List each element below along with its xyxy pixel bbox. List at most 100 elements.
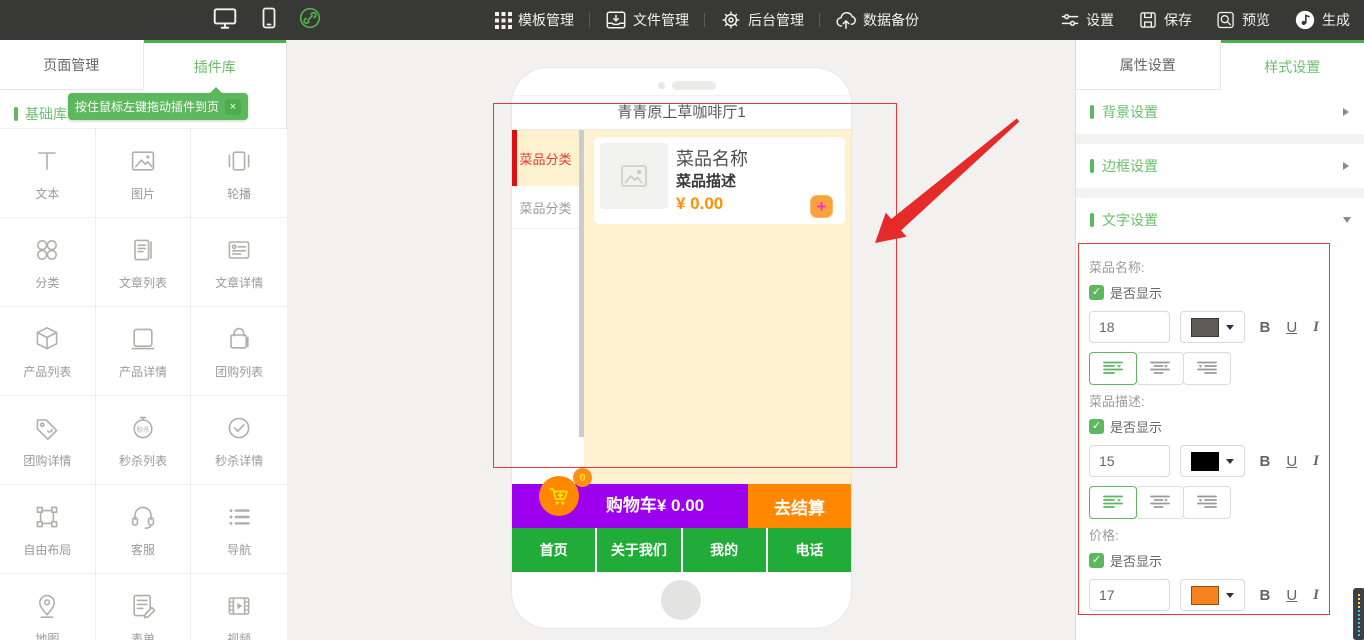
widget-item-text[interactable]: 文本 [0,129,96,218]
action-label: 生成 [1322,10,1350,30]
color-swatch [1191,452,1219,471]
align-center-button[interactable] [1136,352,1184,385]
mobile-preview-icon[interactable] [256,6,280,35]
color-swatch [1191,586,1219,605]
nav-item[interactable]: 我的 [683,528,768,572]
widget-item-nav[interactable]: 导航 [191,485,287,574]
underline-button[interactable]: U [1286,587,1297,604]
menu-template-manage[interactable]: 模板管理 [495,10,574,30]
group-label: 菜品描述: [1089,391,1319,410]
color-dropdown[interactable] [1180,311,1245,343]
widget-item-article-list[interactable]: 文章列表 [96,218,192,307]
widget-item-seckill-list[interactable]: 秒杀秒杀列表 [96,396,192,485]
menu-data-backup[interactable]: 数据备份 [835,9,919,31]
widget-item-carousel[interactable]: 轮播 [191,129,287,218]
sidebar-tabs: 页面管理 插件库 [0,40,286,90]
widget-item-category[interactable]: 分类 [0,218,96,307]
bold-button[interactable]: B [1259,319,1270,336]
tab-page-manage[interactable]: 页面管理 [0,40,144,90]
widget-item-image[interactable]: 图片 [96,129,192,218]
italic-button[interactable]: I [1313,453,1319,470]
section-background-settings[interactable]: 背景设置 [1076,90,1364,134]
widget-sidebar: 页面管理 插件库 基础库 按住鼠标左键拖动插件到页 × 文本图片轮播分类文章列表… [0,40,287,640]
section-bar [1090,159,1094,173]
bold-button[interactable]: B [1259,453,1270,470]
widget-item-form[interactable]: 表单 [96,574,192,640]
divider [819,13,820,27]
category-tab-active[interactable]: 菜品分类 [512,130,579,186]
gear-icon [720,9,742,31]
align-center-button[interactable] [1136,486,1184,519]
widget-item-groupbuy-detail[interactable]: 团购详情 [0,396,96,485]
free-layout-icon [31,501,63,533]
close-icon[interactable]: × [225,99,241,115]
desktop-preview-icon[interactable] [212,5,238,36]
font-size-input[interactable] [1089,311,1170,343]
generate-button[interactable]: 生成 [1294,9,1350,31]
topbar-menu: 模板管理 文件管理 后台管理 数据备份 [495,0,919,40]
widget-grid: 文本图片轮播分类文章列表文章详情产品列表产品详情团购列表团购详情秒杀秒杀列表秒杀… [0,128,287,640]
dish-card[interactable]: 菜品名称 菜品描述 ¥ 0.00 + [594,137,845,224]
section-text-settings[interactable]: 文字设置 [1076,198,1364,242]
nav-item[interactable]: 关于我们 [597,528,682,572]
widget-item-groupbuy-list[interactable]: 团购列表 [191,307,287,396]
svg-text:秒杀: 秒杀 [137,424,150,433]
category-tab[interactable]: 菜品分类 [512,186,579,229]
show-checkbox[interactable]: ✓ [1089,285,1104,300]
widget-item-service[interactable]: 客服 [96,485,192,574]
widget-item-article-detail[interactable]: 文章详情 [191,218,287,307]
product-list-icon [31,323,63,355]
text-icon [31,145,63,177]
underline-button[interactable]: U [1286,319,1297,336]
save-button[interactable]: 保存 [1138,10,1192,30]
settings-button[interactable]: 设置 [1060,10,1114,30]
widget-item-map[interactable]: 地图 [0,574,96,640]
map-icon [31,590,63,622]
widget-item-product-list[interactable]: 产品列表 [0,307,96,396]
align-left-button[interactable] [1089,486,1137,519]
align-left-button[interactable] [1089,352,1137,385]
align-right-button[interactable] [1183,486,1231,519]
cart-total-label: 购物车¥ 0.00 [562,484,748,528]
color-dropdown[interactable] [1180,445,1245,477]
show-checkbox[interactable]: ✓ [1089,419,1104,434]
checkout-button[interactable]: 去结算 [748,484,851,528]
menu-file-manage[interactable]: 文件管理 [605,9,689,31]
widget-item-product-detail[interactable]: 产品详情 [96,307,192,396]
font-size-input[interactable] [1089,445,1170,477]
italic-button[interactable]: I [1313,587,1319,604]
menu-backend-manage[interactable]: 后台管理 [720,9,804,31]
show-label: 是否显示 [1110,551,1162,570]
tab-attribute-settings[interactable]: 属性设置 [1076,40,1221,90]
section-border-settings[interactable]: 边框设置 [1076,144,1364,188]
groupbuy-list-icon [223,323,255,355]
nav-item[interactable]: 电话 [768,528,851,572]
color-dropdown[interactable] [1180,579,1245,611]
add-to-cart-button[interactable]: + [810,195,833,218]
article-detail-icon [223,234,255,266]
underline-button[interactable]: U [1286,453,1297,470]
align-right-button[interactable] [1183,352,1231,385]
bold-button[interactable]: B [1259,587,1270,604]
link-icon[interactable] [298,6,322,35]
italic-button[interactable]: I [1313,319,1319,336]
preview-button[interactable]: 预览 [1216,10,1270,30]
menu-label: 数据备份 [863,10,919,30]
font-size-input[interactable] [1089,579,1170,611]
group-dish-name: 菜品名称: ✓ 是否显示 B U I [1089,257,1319,385]
menu-label: 文件管理 [633,10,689,30]
tab-style-settings[interactable]: 样式设置 [1221,40,1364,90]
action-label: 设置 [1086,10,1114,30]
service-icon [127,501,159,533]
nav-item[interactable]: 首页 [512,528,597,572]
scrollbar-thumb[interactable] [1353,588,1364,640]
cart-icon[interactable] [539,476,579,516]
widget-item-free-layout[interactable]: 自由布局 [0,485,96,574]
show-checkbox[interactable]: ✓ [1089,553,1104,568]
tab-plugin-library[interactable]: 插件库 [144,40,287,90]
widget-item-seckill-detail[interactable]: 秒杀详情 [191,396,287,485]
widget-label: 导航 [227,541,251,558]
color-swatch [1191,318,1219,337]
group-label: 菜品名称: [1089,257,1319,276]
widget-item-video[interactable]: 视频 [191,574,287,640]
